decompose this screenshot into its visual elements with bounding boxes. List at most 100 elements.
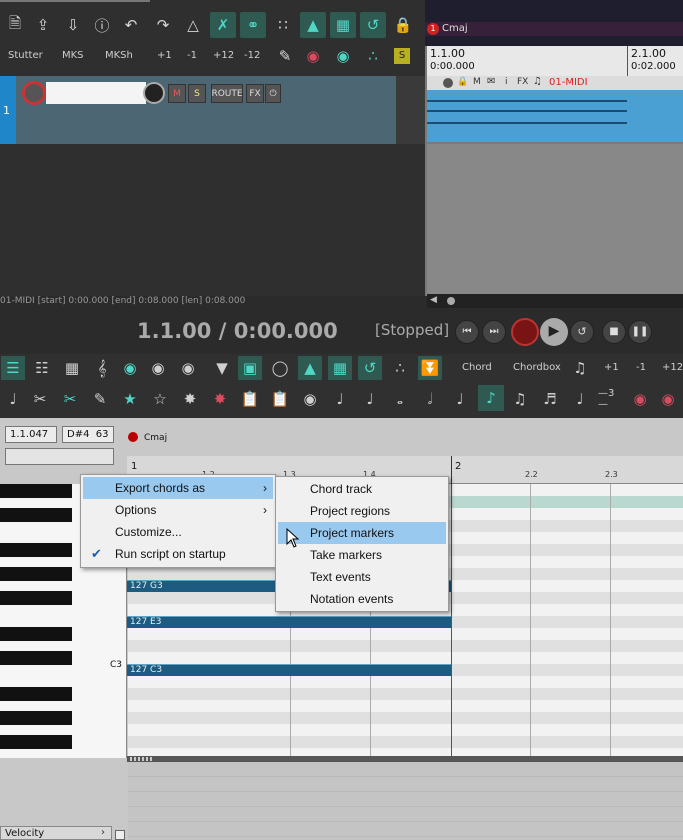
midi-note-e3[interactable]: 127 E3 — [127, 616, 451, 628]
humanize-icon[interactable]: ♩ — [358, 387, 382, 411]
star-outline-icon[interactable]: ☆ — [148, 387, 172, 411]
burst-icon[interactable]: ✸ — [178, 387, 202, 411]
submenu-item-notation-events[interactable]: Notation events — [278, 588, 446, 610]
toolbar-label-mks[interactable]: MKS — [62, 50, 84, 61]
grid-dots-icon[interactable]: ∷ — [270, 12, 296, 38]
transport-position[interactable]: 1.1.00 / 0:00.000 — [137, 319, 338, 343]
toolbar-label-stutter[interactable]: Stutter — [8, 50, 43, 61]
color-palette-icon[interactable]: ◉ — [118, 356, 142, 380]
track-name-field[interactable] — [46, 82, 146, 104]
triplet-icon[interactable]: —3— — [598, 387, 622, 411]
submenu-item-project-regions[interactable]: Project regions — [278, 500, 446, 522]
lock-icon[interactable]: 🔒 — [390, 12, 416, 38]
clipboard-icon[interactable]: 📋 — [238, 387, 262, 411]
note-length-icon[interactable]: ♩ — [1, 387, 25, 411]
star-teal-icon[interactable]: ★ — [118, 387, 142, 411]
toolbar-label-minus12[interactable]: -12 — [244, 50, 260, 61]
submenu-item-take-markers[interactable]: Take markers — [278, 544, 446, 566]
position-box[interactable]: 1.1.047 — [5, 426, 57, 443]
eighth-note-icon[interactable]: ♪ — [478, 385, 504, 411]
filter-icon[interactable]: ▼ — [210, 356, 234, 380]
draw-icon[interactable]: ✎ — [88, 387, 112, 411]
whole-note-icon[interactable]: 𝅝 — [388, 387, 412, 411]
sixteenth-note-icon[interactable]: ♫ — [508, 387, 532, 411]
go-to-start-button[interactable]: ⏮ — [455, 320, 479, 344]
dotted-note-icon[interactable]: ♩ — [568, 387, 592, 411]
volume-knob-icon[interactable] — [143, 82, 165, 104]
submenu-item-project-markers[interactable]: Project markers — [278, 522, 446, 544]
scroll-thumb[interactable] — [447, 297, 455, 305]
menu-item-export-chords-as[interactable]: Export chords as › — [83, 477, 273, 499]
palette-x-icon[interactable]: ◉ — [298, 387, 322, 411]
play-button[interactable]: ▶ — [540, 318, 568, 346]
info-icon[interactable]: ⓘ — [89, 12, 115, 38]
new-project-icon[interactable]: 🗎 — [2, 12, 28, 38]
midi-toolbar-label-plus1[interactable]: +1 — [604, 362, 619, 373]
midi-item[interactable]: 🔒 M ✉ i FX ♫ 01-MIDI — [427, 76, 683, 142]
midi-loop-icon[interactable]: ↺ — [358, 356, 382, 380]
piano-black-key[interactable] — [0, 687, 72, 701]
solo-button[interactable]: S — [188, 84, 206, 103]
midi-grid-icon[interactable]: ▦ — [328, 356, 352, 380]
piano-black-key[interactable] — [0, 543, 72, 557]
toolbar-label-plus1[interactable]: +1 — [157, 50, 172, 61]
item-fx-button[interactable]: FX — [517, 77, 528, 87]
chord-marker-dot[interactable] — [128, 432, 138, 442]
region-name[interactable]: Cmaj — [442, 23, 468, 34]
step-input-icon[interactable]: ⏬ — [418, 356, 442, 380]
clipboard-teal-icon[interactable]: 📋 — [268, 387, 292, 411]
scissors-icon[interactable]: ✂ — [28, 387, 52, 411]
cc-lane-selector[interactable]: Velocity › — [0, 826, 112, 840]
piano-black-key[interactable] — [0, 591, 72, 605]
menu-item-customize[interactable]: Customize... — [83, 521, 273, 543]
redo-icon[interactable]: ↷ — [150, 12, 176, 38]
item-note-icon[interactable]: ✉ — [487, 76, 495, 87]
piano-black-key[interactable] — [0, 627, 72, 641]
snap-grid-icon[interactable]: ▦ — [330, 12, 356, 38]
cc-lane[interactable] — [128, 762, 683, 840]
midi-toolbar-label-chordbox[interactable]: Chordbox — [513, 362, 561, 373]
ripple-edit-icon[interactable]: ✗ — [210, 12, 236, 38]
notation-view-icon[interactable]: 𝄞 — [90, 356, 114, 380]
mute-button[interactable]: M — [168, 84, 186, 103]
piano-black-key[interactable] — [0, 735, 72, 749]
submenu-item-text-events[interactable]: Text events — [278, 566, 446, 588]
record-arm-icon[interactable] — [22, 81, 46, 105]
eye-abc-red-2-icon[interactable]: ◉ — [656, 387, 680, 411]
menu-item-options[interactable]: Options › — [83, 499, 273, 521]
piano-black-key[interactable] — [0, 651, 72, 665]
zoom-icon[interactable]: ◯ — [268, 356, 292, 380]
midi-toolbar-label-chord[interactable]: Chord — [462, 362, 492, 373]
go-to-end-button[interactable]: ⏭ — [482, 320, 506, 344]
toolbar-label-minus1[interactable]: -1 — [187, 50, 197, 61]
route-button[interactable]: ROUTE — [211, 84, 243, 103]
note-arrows-icon[interactable]: ♫ — [568, 356, 592, 380]
midi-toolbar-label-minus1[interactable]: -1 — [636, 362, 646, 373]
metronome-icon[interactable]: △ — [180, 12, 206, 38]
power-icon[interactable]: ⏻ — [265, 84, 281, 103]
stop-button[interactable]: ■ — [602, 320, 626, 344]
named-notes-view-icon[interactable]: ☷ — [30, 356, 54, 380]
item-lock-icon[interactable]: 🔒 — [457, 77, 468, 87]
repeat-button[interactable]: ↺ — [570, 320, 594, 344]
event-list-view-icon[interactable]: ▦ — [60, 356, 84, 380]
pause-button[interactable]: ❚❚ — [628, 320, 652, 344]
palette-3-icon[interactable]: ◉ — [176, 356, 200, 380]
cc-lane-grip-icon[interactable] — [130, 757, 152, 761]
midi-note-c3[interactable]: 127 C3 — [127, 664, 451, 676]
midi-toolbar-label-plus12[interactable]: +12 — [662, 362, 683, 373]
fx-button[interactable]: FX — [246, 84, 264, 103]
eye-abc-red-icon[interactable]: ◉ — [628, 387, 652, 411]
docked-view-icon[interactable]: ▣ — [238, 356, 262, 380]
piano-roll-view-icon[interactable]: ☰ — [1, 356, 25, 380]
eye-teal-icon[interactable]: ◉ — [330, 43, 356, 69]
quarter-note-icon[interactable]: ♩ — [448, 387, 472, 411]
glue-icon[interactable]: ✂ — [58, 387, 82, 411]
download-icon[interactable]: ⇩ — [60, 12, 86, 38]
toolbar-label-plus12[interactable]: +12 — [213, 50, 234, 61]
piano-black-key[interactable] — [0, 567, 72, 581]
burst-red-icon[interactable]: ✸ — [208, 387, 232, 411]
undo-icon[interactable]: ↶ — [118, 12, 144, 38]
scroll-left-icon[interactable]: ◀ — [430, 295, 437, 305]
toolbar-label-mksh[interactable]: MKSh — [105, 50, 133, 61]
